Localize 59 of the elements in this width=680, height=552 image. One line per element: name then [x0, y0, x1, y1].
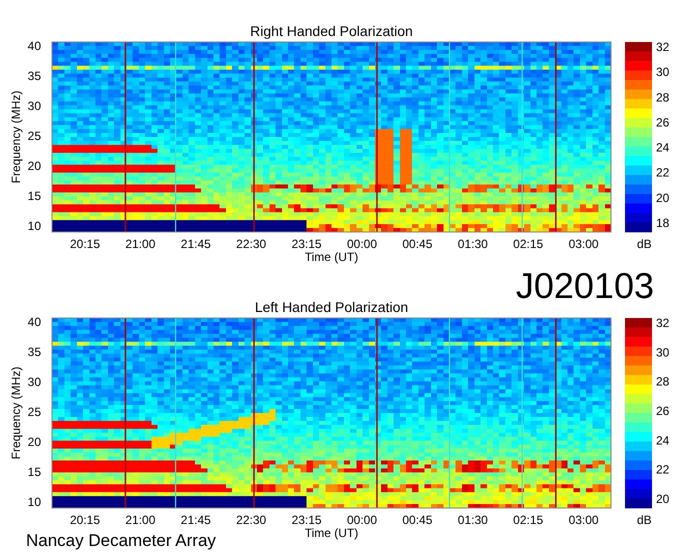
- plot-title: Right Handed Polarization: [250, 23, 413, 39]
- colorbar-tick-label: 28: [656, 90, 670, 104]
- colorbar-tick-label: 26: [656, 115, 670, 130]
- y-tick-label: 35: [28, 345, 41, 359]
- y-tick-label: 25: [28, 405, 41, 419]
- x-tick-label: 21:00: [125, 513, 156, 527]
- x-tick-label: 00:45: [402, 513, 432, 527]
- colorbar-tick-label: 22: [656, 166, 670, 180]
- colorbar-unit: dB: [637, 237, 652, 251]
- colorbar-tick-label: 24: [656, 140, 670, 155]
- x-tick-label: 20:15: [70, 513, 100, 527]
- x-tick-label: 21:00: [125, 237, 156, 251]
- x-axis-title: Time (UT): [304, 526, 358, 540]
- y-tick-label: 40: [28, 315, 41, 329]
- y-tick-label: 30: [28, 375, 41, 389]
- colorbar-tick-label: 32: [656, 40, 670, 54]
- x-tick-label: 21:45: [180, 513, 211, 527]
- y-tick-label: 15: [28, 465, 41, 479]
- colorbar-tick-label: 30: [656, 345, 670, 360]
- y-axis-title: Frequency (MHz): [9, 90, 23, 184]
- x-tick-label: 21:45: [180, 237, 211, 251]
- colorbar-tick-label: 28: [656, 374, 670, 389]
- x-tick-label: 00:00: [346, 513, 378, 527]
- observation-id: J020103: [516, 265, 654, 306]
- y-tick-label: 20: [28, 159, 41, 173]
- colorbar-tick-label: 20: [656, 190, 670, 205]
- x-tick-label: 01:30: [458, 237, 488, 251]
- x-tick-label: 23:15: [292, 237, 322, 251]
- x-tick-label: 03:00: [568, 237, 599, 251]
- y-tick-label: 25: [28, 129, 41, 143]
- x-tick-label: 23:15: [292, 513, 322, 527]
- footer-caption: Nancay Decameter Array: [26, 531, 216, 550]
- x-tick-label: 00:45: [402, 237, 432, 251]
- x-tick-label: 00:00: [346, 237, 378, 251]
- x-tick-label: 22:30: [236, 513, 266, 527]
- y-tick-label: 10: [28, 219, 41, 233]
- y-tick-label: 40: [28, 39, 41, 53]
- colorbar-tick-label: 18: [656, 216, 670, 230]
- x-tick-label: 22:30: [236, 237, 266, 251]
- colorbar-unit: dB: [637, 513, 652, 527]
- x-tick-label: 02:15: [513, 237, 544, 251]
- colorbar-tick-label: 26: [656, 404, 670, 418]
- x-tick-label: 20:15: [70, 237, 100, 251]
- colorbar-tick-label: 32: [656, 316, 670, 330]
- y-tick-label: 35: [28, 69, 41, 83]
- plot-title: Left Handed Polarization: [254, 299, 408, 315]
- y-axis-title: Frequency (MHz): [9, 366, 23, 460]
- colorbar-tick-label: 30: [656, 65, 670, 80]
- x-tick-label: 01:30: [458, 513, 488, 527]
- y-tick-label: 20: [28, 435, 41, 449]
- x-tick-label: 02:15: [513, 513, 544, 527]
- y-tick-label: 15: [28, 189, 41, 203]
- x-tick-label: 03:00: [568, 513, 599, 527]
- colorbar-tick-label: 20: [656, 492, 670, 506]
- colorbar-tick-label: 22: [656, 462, 670, 477]
- x-axis-title: Time (UT): [304, 250, 358, 264]
- y-tick-label: 30: [28, 99, 41, 113]
- y-tick-label: 10: [28, 495, 41, 509]
- colorbar-tick-label: 24: [656, 433, 670, 448]
